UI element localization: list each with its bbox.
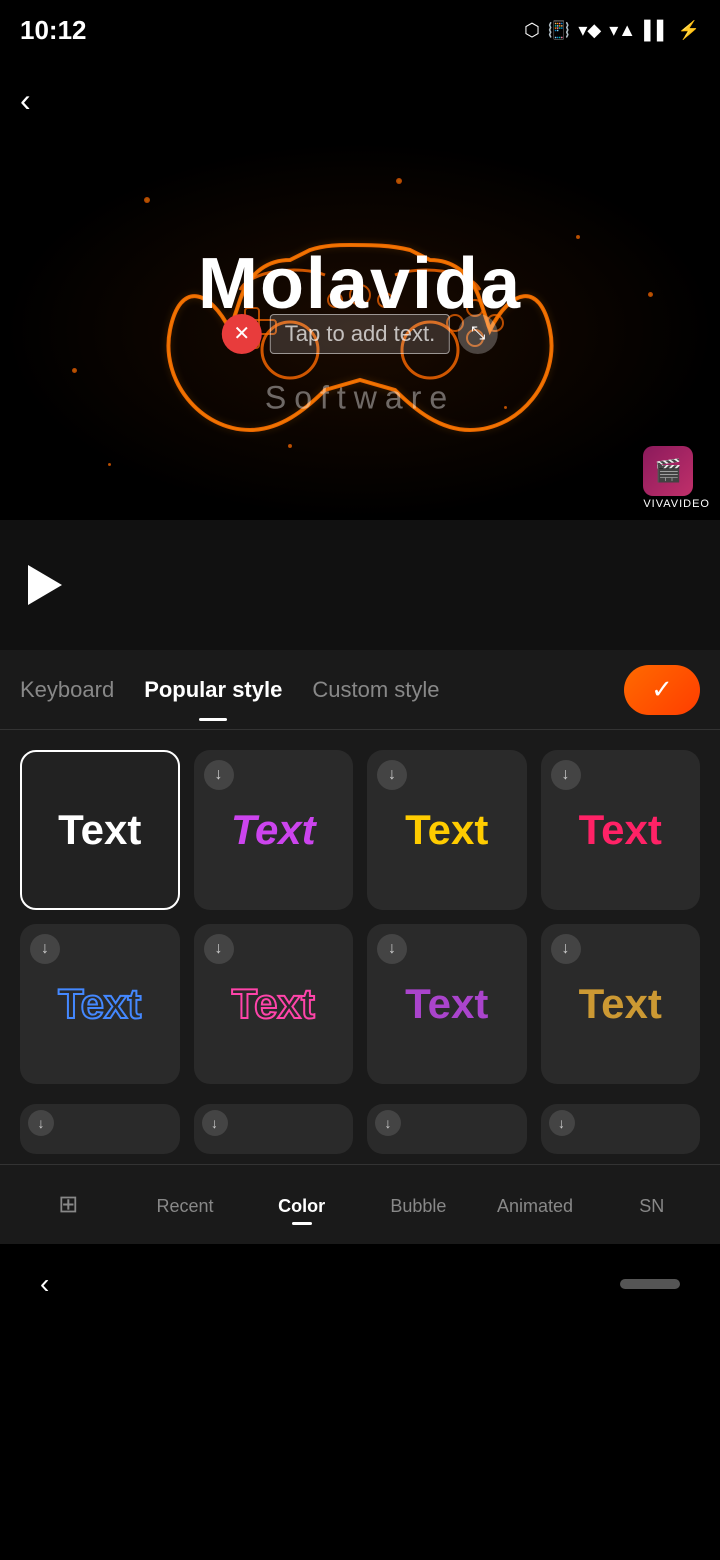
back-bar: ‹	[0, 60, 720, 140]
style-item-partial-3[interactable]: ↓	[367, 1104, 527, 1154]
style-text-purple2: Text	[405, 980, 488, 1028]
vivavideo-label: VIVAVIDEO	[643, 498, 710, 510]
system-bar: ‹	[0, 1244, 720, 1324]
particle	[108, 463, 111, 466]
status-time: 10:12	[20, 15, 87, 46]
particle	[72, 368, 77, 373]
grid-icon: ⊞	[58, 1190, 78, 1219]
vivavideo-watermark: 🎬 VIVAVIDEO	[643, 446, 710, 510]
status-icons: ⬡ 📳 ▾◆ ▾▲ ▌▌ ⚡	[524, 20, 700, 41]
back-button[interactable]: ‹	[20, 82, 31, 119]
download-badge: ↓	[202, 1110, 228, 1136]
style-item-gold[interactable]: ↓ Text	[541, 924, 701, 1084]
download-badge: ↓	[551, 934, 581, 964]
data-icon: ▾◆	[578, 20, 601, 41]
video-subtitle: Software	[265, 380, 455, 417]
bluetooth-icon: ⬡	[524, 20, 540, 41]
style-text-pink-outline: Text	[232, 980, 315, 1028]
resize-button[interactable]: ⤡	[458, 314, 498, 354]
remove-text-button[interactable]: ✕	[222, 314, 262, 354]
download-badge: ↓	[204, 934, 234, 964]
style-item-partial-4[interactable]: ↓	[541, 1104, 701, 1154]
bottom-nav-sn[interactable]: SN	[593, 1184, 710, 1225]
system-home-indicator[interactable]	[620, 1279, 680, 1289]
style-item-purple2[interactable]: ↓ Text	[367, 924, 527, 1084]
download-badge: ↓	[375, 1110, 401, 1136]
style-grid: Text ↓ Text ↓ Text ↓ Text ↓ Text ↓ Text …	[0, 730, 720, 1104]
bubble-label: Bubble	[390, 1196, 446, 1217]
style-item-yellow[interactable]: ↓ Text	[367, 750, 527, 910]
style-item-pink-outline[interactable]: ↓ Text	[194, 924, 354, 1084]
download-badge: ↓	[377, 760, 407, 790]
download-badge: ↓	[28, 1110, 54, 1136]
bottom-nav-animated[interactable]: Animated	[477, 1184, 594, 1225]
download-badge: ↓	[551, 760, 581, 790]
status-bar: 10:12 ⬡ 📳 ▾◆ ▾▲ ▌▌ ⚡	[0, 0, 720, 60]
play-button[interactable]	[20, 560, 70, 610]
bottom-nav-recent[interactable]: Recent	[127, 1184, 244, 1225]
style-text-gold: Text	[579, 980, 662, 1028]
style-item-partial-2[interactable]: ↓	[194, 1104, 354, 1154]
wifi-icon: ▾▲	[609, 20, 636, 41]
style-item-white[interactable]: Text	[20, 750, 180, 910]
style-item-partial-1[interactable]: ↓	[20, 1104, 180, 1154]
download-badge: ↓	[30, 934, 60, 964]
style-text-pink: Text	[579, 806, 662, 854]
recent-label: Recent	[156, 1196, 213, 1217]
bottom-nav-icon[interactable]: ⊞	[10, 1182, 127, 1227]
play-icon	[28, 565, 62, 605]
style-text-purple: Text	[231, 806, 316, 854]
sn-label: SN	[639, 1196, 664, 1217]
particle	[648, 292, 653, 297]
confirm-button[interactable]: ✓	[624, 665, 700, 715]
timeline-area	[0, 520, 720, 650]
style-item-purple[interactable]: ↓ Text	[194, 750, 354, 910]
style-text-white: Text	[58, 806, 141, 854]
vivavideo-logo-icon: 🎬	[643, 446, 693, 496]
download-badge: ↓	[549, 1110, 575, 1136]
tabs-bar: Keyboard Popular style Custom style ✓	[0, 650, 720, 730]
style-item-blue-outline[interactable]: ↓ Text	[20, 924, 180, 1084]
download-badge: ↓	[377, 934, 407, 964]
tab-popular-style[interactable]: Popular style	[144, 667, 282, 713]
download-badge: ↓	[204, 760, 234, 790]
system-back-button[interactable]: ‹	[40, 1268, 49, 1300]
style-grid-partial: ↓ ↓ ↓ ↓	[0, 1104, 720, 1164]
battery-icon: ⚡	[678, 20, 700, 41]
style-text-blue-outline: Text	[58, 980, 141, 1028]
style-text-yellow: Text	[405, 806, 488, 854]
tab-keyboard[interactable]: Keyboard	[20, 667, 114, 713]
particle	[396, 178, 402, 184]
vibrate-icon: 📳	[548, 20, 570, 41]
text-input-overlay[interactable]: ✕ Tap to add text. ⤡	[222, 314, 498, 354]
particle	[576, 235, 580, 239]
bottom-nav: ⊞ Recent Color Bubble Animated SN	[0, 1164, 720, 1244]
signal-icon: ▌▌	[644, 20, 670, 41]
color-label: Color	[278, 1196, 325, 1217]
animated-label: Animated	[497, 1196, 573, 1217]
bottom-nav-color[interactable]: Color	[243, 1184, 360, 1225]
video-preview: Molavida ✕ Tap to add text. ⤡ Software 🎬…	[0, 140, 720, 520]
style-item-pink[interactable]: ↓ Text	[541, 750, 701, 910]
tap-to-add-field[interactable]: Tap to add text.	[270, 314, 450, 354]
bottom-nav-bubble[interactable]: Bubble	[360, 1184, 477, 1225]
tab-custom-style[interactable]: Custom style	[312, 667, 439, 713]
